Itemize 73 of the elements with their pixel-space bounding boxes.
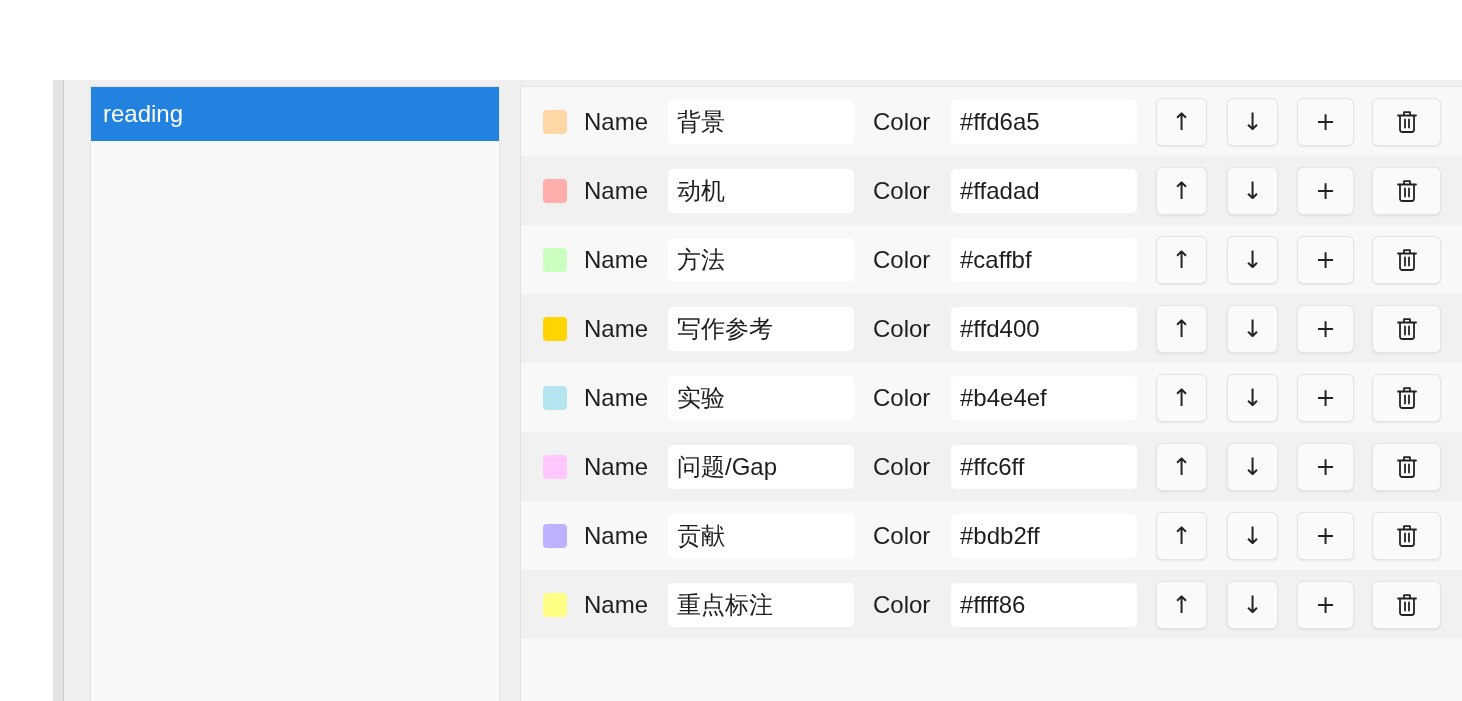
move-down-button[interactable]: ↓ xyxy=(1227,97,1278,146)
move-up-button[interactable]: ↑ xyxy=(1156,373,1207,422)
name-label: Name xyxy=(584,176,649,205)
name-label: Name xyxy=(584,521,649,550)
trash-icon xyxy=(1396,593,1417,616)
move-down-button[interactable]: ↓ xyxy=(1227,304,1278,353)
color-label: Color xyxy=(873,245,932,274)
color-label: Color xyxy=(873,452,932,481)
add-button[interactable]: + xyxy=(1297,442,1354,491)
color-label: Color xyxy=(873,590,932,619)
color-field[interactable]: #ffff86 xyxy=(951,582,1137,627)
move-up-button[interactable]: ↑ xyxy=(1156,235,1207,284)
color-label: Color xyxy=(873,314,932,343)
name-label: Name xyxy=(584,107,649,136)
color-field[interactable]: #ffd400 xyxy=(951,306,1137,351)
move-down-button[interactable]: ↓ xyxy=(1227,166,1278,215)
add-button[interactable]: + xyxy=(1297,580,1354,629)
name-label: Name xyxy=(584,245,649,274)
trash-icon xyxy=(1396,179,1417,202)
move-up-button[interactable]: ↑ xyxy=(1156,511,1207,560)
add-button[interactable]: + xyxy=(1297,304,1354,353)
delete-button[interactable] xyxy=(1372,580,1441,629)
delete-button[interactable] xyxy=(1372,304,1441,353)
move-down-button[interactable]: ↓ xyxy=(1227,580,1278,629)
name-field[interactable]: 方法 xyxy=(668,237,854,282)
trash-icon xyxy=(1396,386,1417,409)
delete-button[interactable] xyxy=(1372,442,1441,491)
trash-icon xyxy=(1396,317,1417,340)
move-up-button[interactable]: ↑ xyxy=(1156,97,1207,146)
move-down-button[interactable]: ↓ xyxy=(1227,442,1278,491)
color-label: Color xyxy=(873,176,932,205)
add-button[interactable]: + xyxy=(1297,235,1354,284)
color-field[interactable]: #bdb2ff xyxy=(951,513,1137,558)
trash-icon xyxy=(1396,110,1417,133)
name-field[interactable]: 问题/Gap xyxy=(668,444,854,489)
color-field[interactable]: #ffc6ff xyxy=(951,444,1137,489)
list-item[interactable]: reading xyxy=(91,87,499,141)
trash-icon xyxy=(1396,524,1417,547)
name-field[interactable]: 写作参考 xyxy=(668,306,854,351)
name-field[interactable]: 背景 xyxy=(668,99,854,144)
add-button[interactable]: + xyxy=(1297,511,1354,560)
name-label: Name xyxy=(584,452,649,481)
trash-icon xyxy=(1396,248,1417,271)
name-field[interactable]: 动机 xyxy=(668,168,854,213)
color-field[interactable]: #ffadad xyxy=(951,168,1137,213)
move-down-button[interactable]: ↓ xyxy=(1227,511,1278,560)
move-up-button[interactable]: ↑ xyxy=(1156,580,1207,629)
delete-button[interactable] xyxy=(1372,97,1441,146)
delete-button[interactable] xyxy=(1372,166,1441,215)
add-button[interactable]: + xyxy=(1297,97,1354,146)
color-field[interactable]: #ffd6a5 xyxy=(951,99,1137,144)
name-field[interactable]: 重点标注 xyxy=(668,582,854,627)
trash-icon xyxy=(1396,455,1417,478)
name-label: Name xyxy=(584,590,649,619)
name-field[interactable]: 贡献 xyxy=(668,513,854,558)
add-button[interactable]: + xyxy=(1297,166,1354,215)
color-field[interactable]: #caffbf xyxy=(951,237,1137,282)
color-label: Color xyxy=(873,383,932,412)
move-up-button[interactable]: ↑ xyxy=(1156,166,1207,215)
move-up-button[interactable]: ↑ xyxy=(1156,442,1207,491)
delete-button[interactable] xyxy=(1372,373,1441,422)
name-label: Name xyxy=(584,314,649,343)
delete-button[interactable] xyxy=(1372,511,1441,560)
color-field[interactable]: #b4e4ef xyxy=(951,375,1137,420)
name-field[interactable]: 实验 xyxy=(668,375,854,420)
name-label: Name xyxy=(584,383,649,412)
move-up-button[interactable]: ↑ xyxy=(1156,304,1207,353)
add-button[interactable]: + xyxy=(1297,373,1354,422)
color-label: Color xyxy=(873,521,932,550)
delete-button[interactable] xyxy=(1372,235,1441,284)
move-down-button[interactable]: ↓ xyxy=(1227,373,1278,422)
move-down-button[interactable]: ↓ xyxy=(1227,235,1278,284)
color-label: Color xyxy=(873,107,932,136)
